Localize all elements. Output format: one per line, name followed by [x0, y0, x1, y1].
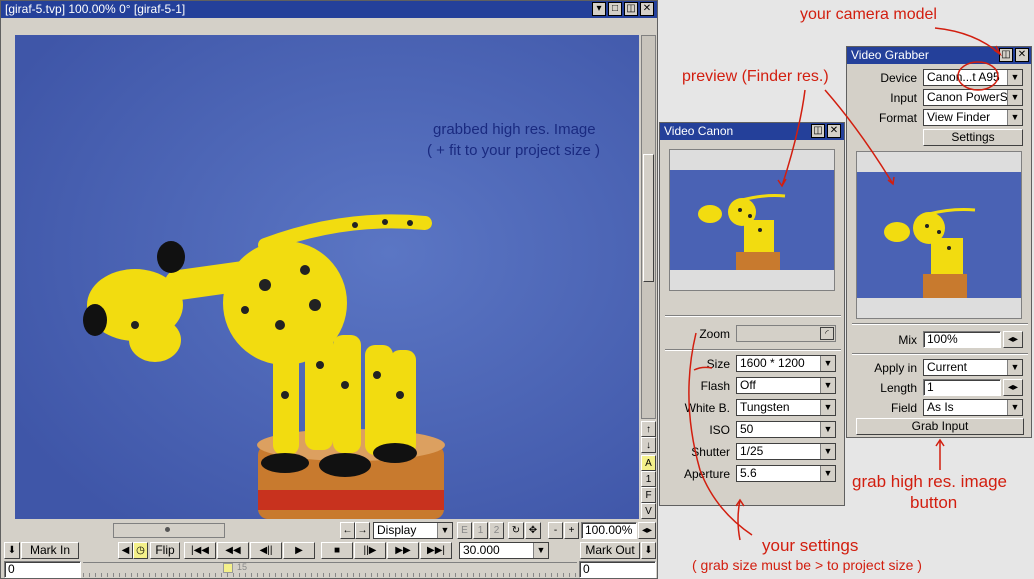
annotation-camera-model: your camera model	[800, 6, 937, 23]
annotation-settings-line1: your settings	[762, 536, 859, 555]
annotation-grab-line1: grab high res. image	[852, 472, 1007, 491]
annotation-grab-line2: button	[910, 493, 958, 512]
annotation-preview: preview (Finder res.)	[682, 68, 829, 85]
annotation-settings-line2: ( grab size must be > to project size )	[692, 557, 922, 573]
annotation-arrows	[688, 27, 1002, 541]
